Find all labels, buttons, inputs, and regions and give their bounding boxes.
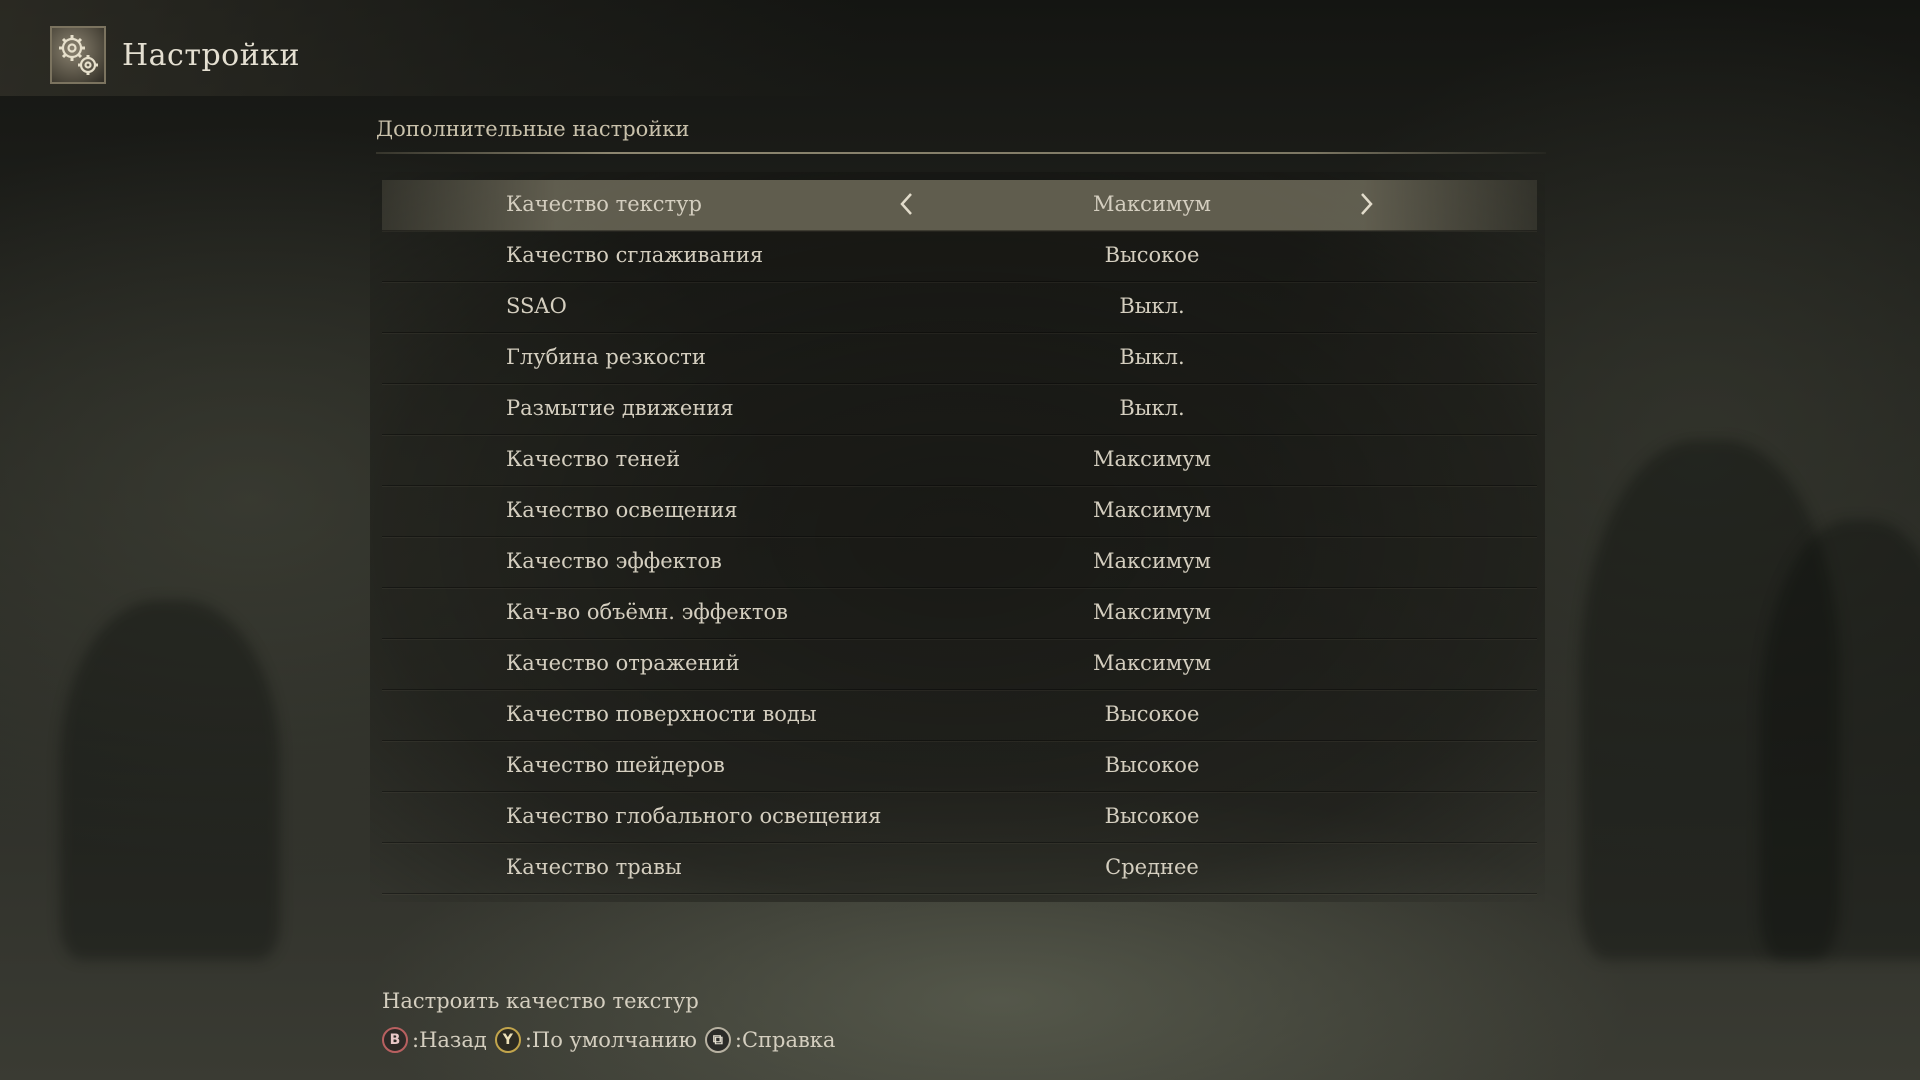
setting-value: Высокое: [1104, 243, 1200, 267]
gear-emblem-icon: [50, 26, 106, 84]
background-tree: [1760, 520, 1920, 960]
setting-label: Качество поверхности воды: [506, 702, 817, 726]
setting-row-lighting-quality[interactable]: Качество освещения Максимум: [382, 486, 1537, 537]
default-button[interactable]: Y :По умолчанию: [494, 1027, 697, 1053]
back-button[interactable]: B :Назад: [382, 1027, 487, 1053]
setting-value: Высокое: [1104, 702, 1200, 726]
help-button[interactable]: ⧉ :Справка: [704, 1027, 836, 1053]
setting-value: Максимум: [1093, 447, 1211, 471]
section-title: Дополнительные настройки: [376, 117, 690, 141]
setting-label: SSAO: [506, 294, 567, 318]
setting-row-shader-quality[interactable]: Качество шейдеров Высокое: [382, 741, 1537, 792]
setting-value: Максимум: [1093, 600, 1211, 624]
setting-row-ssao[interactable]: SSAO Выкл.: [382, 282, 1537, 333]
chevron-left-icon[interactable]: [895, 190, 919, 218]
setting-value: Выкл.: [1119, 396, 1185, 420]
setting-label: Качество эффектов: [506, 549, 722, 573]
setting-label: Качество текстур: [506, 192, 702, 216]
setting-row-volumetric-quality[interactable]: Кач-во объёмн. эффектов Максимум: [382, 588, 1537, 639]
setting-row-global-illumination-quality[interactable]: Качество глобального освещения Высокое: [382, 792, 1537, 843]
setting-label: Кач-во объёмн. эффектов: [506, 600, 788, 624]
setting-value: Максимум: [1093, 549, 1211, 573]
setting-label: Качество глобального освещения: [506, 804, 882, 828]
setting-row-motion-blur[interactable]: Размытие движения Выкл.: [382, 384, 1537, 435]
setting-value: Высокое: [1104, 804, 1200, 828]
setting-label: Качество шейдеров: [506, 753, 725, 777]
button-hints: B :Назад Y :По умолчанию ⧉ :Справка: [382, 1024, 843, 1056]
setting-row-reflection-quality[interactable]: Качество отражений Максимум: [382, 639, 1537, 690]
y-button-icon: Y: [494, 1027, 521, 1053]
hint-label: :По умолчанию: [524, 1028, 697, 1052]
settings-screen: Настройки Дополнительные настройки Качес…: [0, 0, 1920, 1080]
setting-label: Глубина резкости: [506, 345, 706, 369]
setting-value: Среднее: [1105, 855, 1199, 879]
setting-row-antialiasing-quality[interactable]: Качество сглаживания Высокое: [382, 231, 1537, 282]
hint-label: :Справка: [734, 1028, 836, 1052]
setting-row-texture-quality[interactable]: Качество текстур Максимум: [382, 180, 1537, 231]
setting-row-grass-quality[interactable]: Качество травы Среднее: [382, 843, 1537, 894]
page-title: Настройки: [122, 38, 300, 73]
hint-label: :Назад: [412, 1028, 487, 1052]
chevron-right-icon[interactable]: [1354, 190, 1378, 218]
setting-row-depth-of-field[interactable]: Глубина резкости Выкл.: [382, 333, 1537, 384]
setting-label: Качество освещения: [506, 498, 738, 522]
help-description: Настроить качество текстур: [382, 989, 699, 1013]
settings-list: Качество текстур Максимум Качество сглаж…: [382, 180, 1537, 894]
setting-value: Высокое: [1104, 753, 1200, 777]
setting-value: Выкл.: [1119, 345, 1185, 369]
background-tree: [60, 600, 280, 960]
b-button-icon: B: [382, 1027, 408, 1053]
setting-value: Максимум: [1093, 498, 1211, 522]
setting-label: Качество отражений: [506, 651, 740, 675]
setting-row-shadow-quality[interactable]: Качество теней Максимум: [382, 435, 1537, 486]
setting-row-water-surface-quality[interactable]: Качество поверхности воды Высокое: [382, 690, 1537, 741]
setting-label: Качество сглаживания: [506, 243, 764, 267]
setting-value: Максимум: [1093, 651, 1211, 675]
setting-value: Максимум: [1093, 192, 1211, 216]
setting-row-effects-quality[interactable]: Качество эффектов Максимум: [382, 537, 1537, 588]
view-button-icon: ⧉: [704, 1027, 731, 1053]
setting-label: Качество теней: [506, 447, 681, 471]
setting-value: Выкл.: [1119, 294, 1185, 318]
setting-label: Качество травы: [506, 855, 682, 879]
setting-label: Размытие движения: [506, 396, 734, 420]
section-divider: [376, 152, 1546, 154]
